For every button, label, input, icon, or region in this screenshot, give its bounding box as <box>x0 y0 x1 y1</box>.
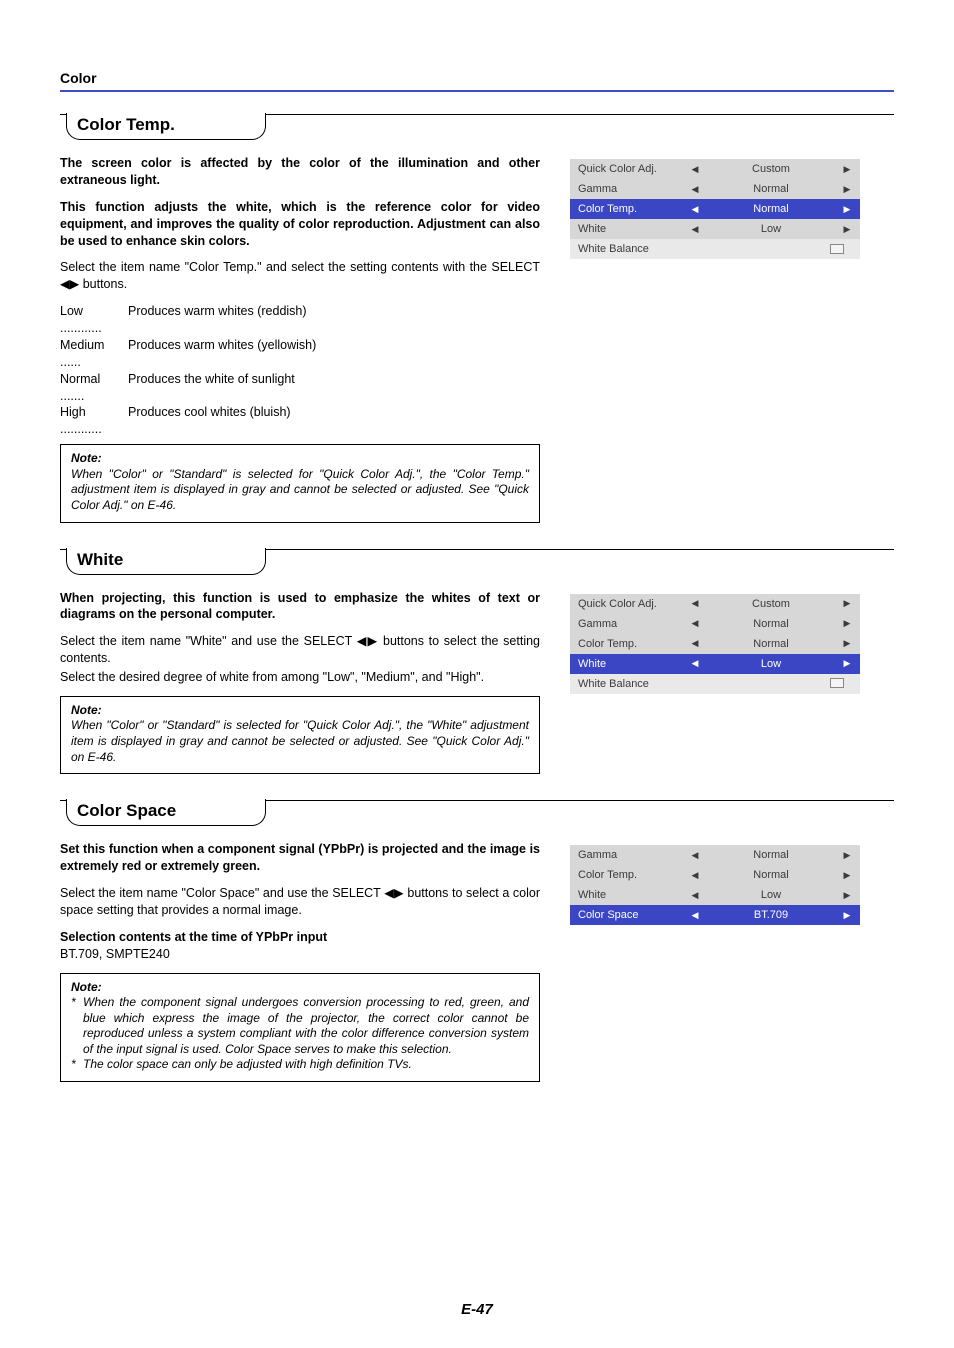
menu-row-color-space[interactable]: Color Space ◀ BT.709 ▶ <box>570 905 860 925</box>
header-rule <box>60 90 894 92</box>
page-category: Color <box>60 70 894 86</box>
arrow-right-icon[interactable]: ▶ <box>840 890 854 901</box>
enter-icon[interactable] <box>830 244 844 254</box>
arrow-left-icon[interactable]: ◀ <box>688 164 702 175</box>
arrow-left-icon[interactable]: ◀ <box>688 598 702 609</box>
arrow-right-icon[interactable]: ▶ <box>840 598 854 609</box>
menu-row-gamma[interactable]: Gamma ◀ Normal ▶ <box>570 845 860 865</box>
color-space-note: Note: *When the component signal undergo… <box>60 973 540 1083</box>
color-space-select: Select the item name "Color Space" and u… <box>60 885 540 919</box>
arrow-left-icon[interactable]: ◀ <box>688 224 702 235</box>
white-body: When projecting, this function is used t… <box>60 590 540 775</box>
color-temp-options: Low ............Produces warm whites (re… <box>60 303 540 438</box>
color-temp-select: Select the item name "Color Temp." and s… <box>60 259 540 293</box>
menu-row-color-temp[interactable]: Color Temp. ◀ Normal ▶ <box>570 199 860 219</box>
arrow-right-icon[interactable]: ▶ <box>840 870 854 881</box>
color-space-subhead: Selection contents at the time of YPbPr … <box>60 930 327 944</box>
enter-icon[interactable] <box>830 678 844 688</box>
white-note: Note: When "Color" or "Standard" is sele… <box>60 696 540 774</box>
menu-white: Quick Color Adj. ◀ Custom ▶ Gamma ◀ Norm… <box>570 594 860 694</box>
page-number: E-47 <box>0 1301 954 1318</box>
menu-row-color-temp[interactable]: Color Temp. ◀ Normal ▶ <box>570 865 860 885</box>
arrow-right-icon[interactable]: ▶ <box>840 184 854 195</box>
arrow-left-icon[interactable]: ◀ <box>688 658 702 669</box>
menu-row-white[interactable]: White ◀ Low ▶ <box>570 219 860 239</box>
menu-row-white-balance[interactable]: White Balance <box>570 239 860 259</box>
menu-row-quick-color-adj[interactable]: Quick Color Adj. ◀ Custom ▶ <box>570 159 860 179</box>
white-intro: When projecting, this function is used t… <box>60 590 540 624</box>
arrow-left-icon[interactable]: ◀ <box>688 638 702 649</box>
arrow-right-icon[interactable]: ▶ <box>840 204 854 215</box>
section-heading-color-temp: Color Temp. <box>66 113 266 140</box>
menu-row-white[interactable]: White ◀ Low ▶ <box>570 885 860 905</box>
menu-row-white[interactable]: White ◀ Low ▶ <box>570 654 860 674</box>
menu-row-color-temp[interactable]: Color Temp. ◀ Normal ▶ <box>570 634 860 654</box>
arrow-left-icon[interactable]: ◀ <box>688 870 702 881</box>
arrow-right-icon[interactable]: ▶ <box>840 850 854 861</box>
color-temp-intro1: The screen color is affected by the colo… <box>60 155 540 189</box>
arrow-right-icon[interactable]: ▶ <box>840 164 854 175</box>
arrow-left-icon[interactable]: ◀ <box>688 910 702 921</box>
color-space-intro: Set this function when a component signa… <box>60 841 540 875</box>
arrow-left-icon[interactable]: ◀ <box>688 204 702 215</box>
menu-row-white-balance[interactable]: White Balance <box>570 674 860 694</box>
menu-color-space: Gamma ◀ Normal ▶ Color Temp. ◀ Normal ▶ … <box>570 845 860 925</box>
arrow-left-icon[interactable]: ◀ <box>688 184 702 195</box>
arrow-left-icon[interactable]: ◀ <box>688 850 702 861</box>
arrow-right-icon[interactable]: ▶ <box>840 658 854 669</box>
color-temp-note: Note: When "Color" or "Standard" is sele… <box>60 444 540 522</box>
arrow-left-icon[interactable]: ◀ <box>688 890 702 901</box>
white-select1: Select the item name "White" and use the… <box>60 633 540 667</box>
section-heading-color-space: Color Space <box>66 799 266 826</box>
section-heading-white: White <box>66 548 266 575</box>
arrow-right-icon[interactable]: ▶ <box>840 618 854 629</box>
arrow-right-icon[interactable]: ▶ <box>840 638 854 649</box>
white-select2: Select the desired degree of white from … <box>60 669 540 686</box>
menu-color-temp: Quick Color Adj. ◀ Custom ▶ Gamma ◀ Norm… <box>570 159 860 259</box>
color-space-body: Set this function when a component signa… <box>60 841 540 1082</box>
arrow-right-icon[interactable]: ▶ <box>840 224 854 235</box>
color-temp-intro2: This function adjusts the white, which i… <box>60 199 540 250</box>
manual-page: Color Color Temp. The screen color is af… <box>0 0 954 1348</box>
menu-row-quick-color-adj[interactable]: Quick Color Adj. ◀ Custom ▶ <box>570 594 860 614</box>
color-temp-body: The screen color is affected by the colo… <box>60 155 540 523</box>
color-space-subval: BT.709, SMPTE240 <box>60 946 540 963</box>
arrow-right-icon[interactable]: ▶ <box>840 910 854 921</box>
arrow-left-icon[interactable]: ◀ <box>688 618 702 629</box>
menu-row-gamma[interactable]: Gamma ◀ Normal ▶ <box>570 179 860 199</box>
menu-row-gamma[interactable]: Gamma ◀ Normal ▶ <box>570 614 860 634</box>
